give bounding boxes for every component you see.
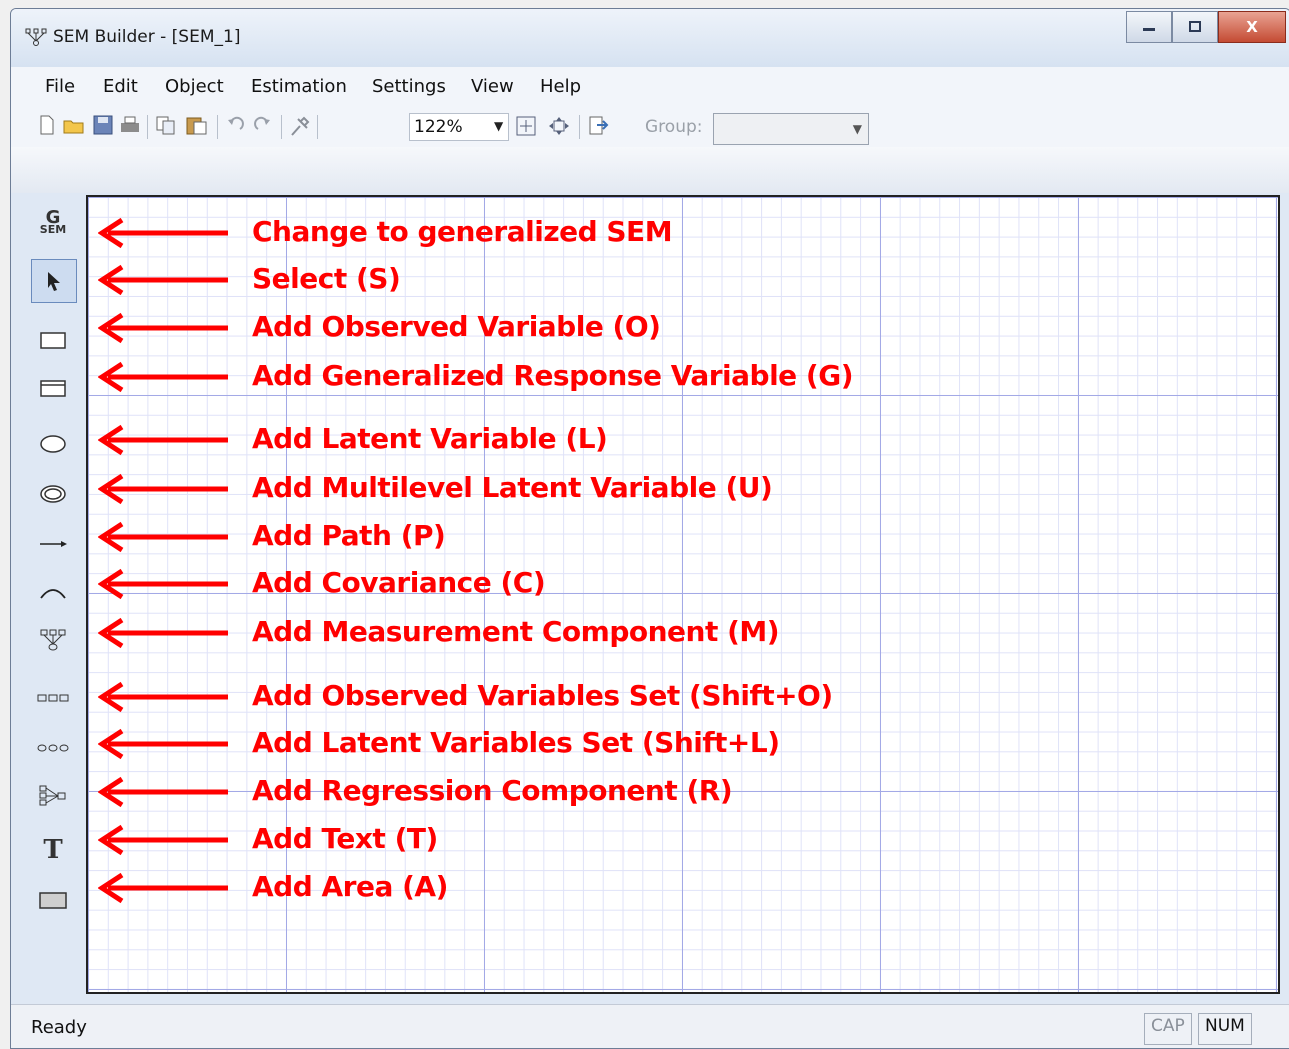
annotation-label: Add Observed Variable (O)	[252, 310, 661, 343]
pin-icon[interactable]	[289, 115, 311, 142]
annotation-label: Add Multilevel Latent Variable (U)	[252, 471, 773, 504]
group-select[interactable]: ▼	[713, 113, 869, 145]
annotation-arrow-icon	[98, 217, 228, 249]
annotation-label: Select (S)	[252, 262, 401, 295]
minimize-icon[interactable]	[1126, 11, 1172, 43]
annotation-row: Add Multilevel Latent Variable (U)	[0, 469, 1289, 509]
status-text: Ready	[31, 1017, 87, 1038]
chevron-down-icon: ▼	[494, 119, 504, 133]
num-lock-indicator: NUM	[1198, 1013, 1252, 1045]
secondary-toolbar	[11, 147, 1289, 193]
annotation-arrow-icon	[98, 824, 228, 856]
annotation-row: Select (S)	[0, 260, 1289, 300]
caps-lock-indicator: CAP	[1144, 1013, 1192, 1045]
menu-view[interactable]: View	[471, 76, 514, 97]
chevron-down-icon: ▼	[852, 122, 862, 136]
annotation-arrow-icon	[98, 312, 228, 344]
annotation-row: Add Latent Variables Set (Shift+L)	[0, 724, 1289, 764]
status-bar: Ready CAP NUM	[11, 1004, 1289, 1048]
zoom-select[interactable]: 122% ▼	[409, 113, 509, 141]
center-view-icon[interactable]	[547, 115, 571, 142]
annotation-label: Add Path (P)	[252, 519, 446, 552]
annotation-row: Add Measurement Component (M)	[0, 613, 1289, 653]
app-icon	[25, 28, 47, 50]
print-icon[interactable]	[119, 115, 141, 140]
new-file-icon[interactable]	[39, 115, 55, 140]
annotation-label: Add Generalized Response Variable (G)	[252, 359, 854, 392]
annotation-label: Add Latent Variables Set (Shift+L)	[252, 726, 780, 759]
annotation-row: Add Observed Variable (O)	[0, 308, 1289, 348]
menu-object[interactable]: Object	[165, 76, 224, 97]
annotation-row: Add Observed Variables Set (Shift+O)	[0, 677, 1289, 717]
annotation-arrow-icon	[98, 521, 228, 553]
open-folder-icon[interactable]	[63, 115, 85, 140]
toolbar: 122% ▼ Group: ▼	[11, 107, 1289, 147]
paste-icon[interactable]	[185, 115, 209, 140]
annotation-arrow-icon	[98, 617, 228, 649]
menu-estimation[interactable]: Estimation	[251, 76, 347, 97]
export-icon[interactable]	[587, 115, 609, 142]
menu-settings[interactable]: Settings	[372, 76, 446, 97]
annotation-row: Add Covariance (C)	[0, 564, 1289, 604]
group-label: Group:	[645, 117, 703, 137]
annotation-arrow-icon	[98, 728, 228, 760]
annotation-arrow-icon	[98, 361, 228, 393]
annotation-arrow-icon	[98, 681, 228, 713]
copy-icon[interactable]	[155, 115, 177, 140]
annotation-label: Add Covariance (C)	[252, 566, 546, 599]
annotation-label: Add Area (A)	[252, 870, 448, 903]
annotation-row: Add Path (P)	[0, 517, 1289, 557]
zoom-value: 122%	[414, 117, 463, 137]
close-icon[interactable]: X	[1218, 11, 1286, 43]
annotation-row: Add Regression Component (R)	[0, 772, 1289, 812]
menu-file[interactable]: File	[45, 76, 75, 97]
menu-edit[interactable]: Edit	[103, 76, 138, 97]
annotation-row: Add Latent Variable (L)	[0, 420, 1289, 460]
annotation-label: Add Regression Component (R)	[252, 774, 733, 807]
annotation-row: Add Generalized Response Variable (G)	[0, 357, 1289, 397]
maximize-icon[interactable]	[1172, 11, 1218, 43]
annotation-row: Add Area (A)	[0, 868, 1289, 908]
annotation-label: Add Latent Variable (L)	[252, 422, 608, 455]
annotation-arrow-icon	[98, 872, 228, 904]
annotation-label: Add Measurement Component (M)	[252, 615, 780, 648]
window-title: SEM Builder - [SEM_1]	[53, 27, 241, 47]
fit-to-window-icon[interactable]	[515, 115, 537, 142]
annotation-row: Change to generalized SEM	[0, 213, 1289, 253]
redo-icon[interactable]	[253, 115, 273, 140]
annotation-label: Add Text (T)	[252, 822, 438, 855]
title-bar: SEM Builder - [SEM_1] X	[11, 9, 1289, 67]
menu-help[interactable]: Help	[540, 76, 581, 97]
annotation-arrow-icon	[98, 568, 228, 600]
menu-bar: File Edit Object Estimation Settings Vie…	[11, 67, 1289, 107]
annotation-label: Add Observed Variables Set (Shift+O)	[252, 679, 833, 712]
annotation-arrow-icon	[98, 424, 228, 456]
annotation-row: Add Text (T)	[0, 820, 1289, 860]
annotation-arrow-icon	[98, 776, 228, 808]
save-icon[interactable]	[93, 115, 113, 140]
undo-icon[interactable]	[225, 115, 245, 140]
annotation-arrow-icon	[98, 264, 228, 296]
annotation-arrow-icon	[98, 473, 228, 505]
annotation-label: Change to generalized SEM	[252, 215, 673, 248]
